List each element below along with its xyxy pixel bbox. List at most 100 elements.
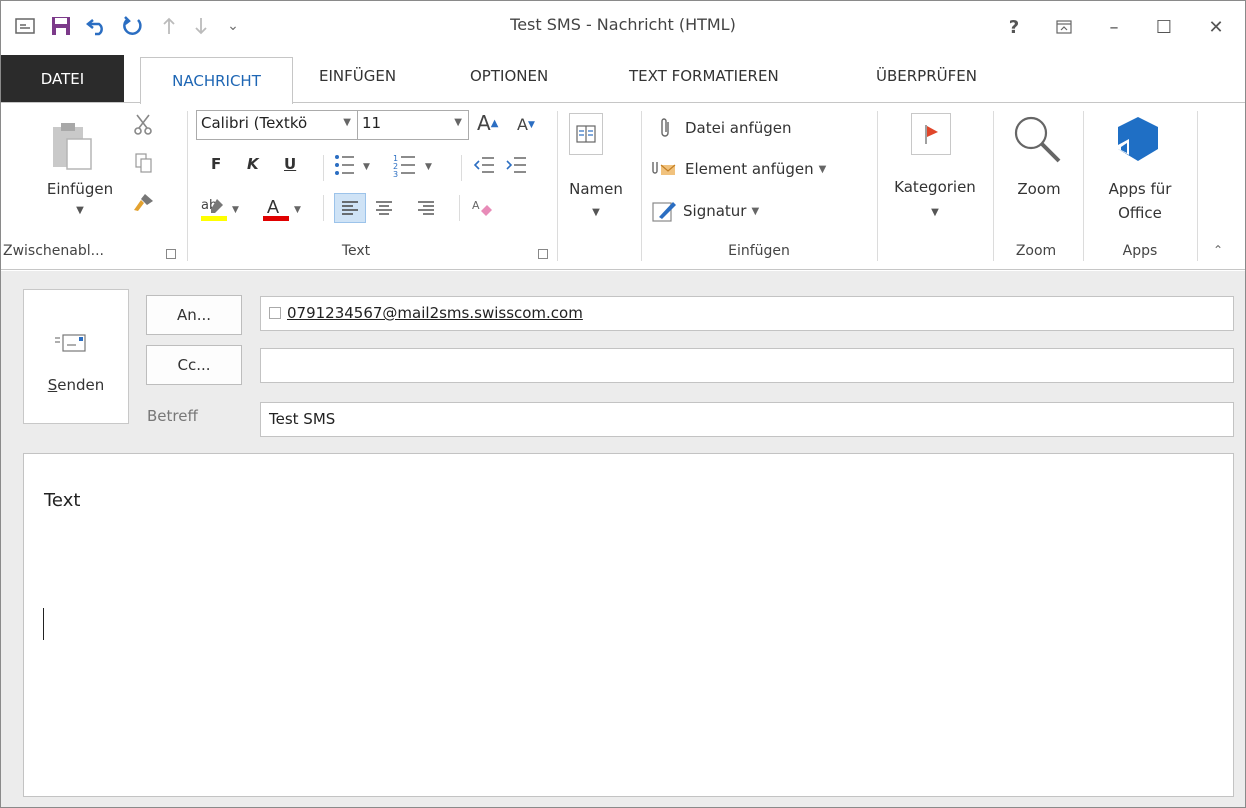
help-button[interactable]: ? (997, 13, 1031, 41)
attach-file-button[interactable]: Datei anfügen (655, 117, 792, 139)
font-name-field[interactable]: Calibri (Textkö ▼ (196, 110, 358, 140)
tab-file[interactable]: DATEI (1, 55, 124, 103)
categorize-flag-icon[interactable] (911, 113, 951, 155)
apps-label-line1[interactable]: Apps für (1087, 177, 1193, 201)
clipboard-dialog-launcher-icon[interactable] (166, 249, 176, 259)
divider (323, 155, 324, 181)
svg-text:A: A (267, 197, 279, 217)
compose-area: Senden An... Cc... Betreff 0791234567@ma… (1, 271, 1245, 807)
tab-format-text[interactable]: TEXT FORMATIEREN (629, 67, 779, 85)
signature-label: Signatur (683, 202, 747, 220)
font-size-value: 11 (362, 114, 382, 132)
align-left-icon[interactable] (334, 193, 366, 223)
cut-icon[interactable] (133, 113, 153, 135)
message-body[interactable]: Text (23, 453, 1234, 797)
clear-formatting-icon[interactable]: A (471, 197, 493, 219)
redo-icon[interactable] (119, 12, 147, 40)
subject-field[interactable]: Test SMS (260, 402, 1234, 437)
format-painter-icon[interactable] (131, 191, 157, 213)
ribbon-tab-bar: DATEI NACHRICHT EINFÜGEN OPTIONEN TEXT F… (1, 51, 1245, 104)
svg-text:A: A (472, 199, 480, 212)
text-group-label: Text (341, 243, 371, 259)
attach-item-icon (651, 159, 677, 179)
zoom-button-label[interactable]: Zoom (1001, 177, 1077, 201)
font-dropdown-arrow-icon[interactable]: ▼ (343, 117, 351, 128)
tab-insert[interactable]: EINFÜGEN (319, 67, 396, 85)
paperclip-icon (655, 117, 677, 139)
shrink-font-icon[interactable]: A ▼ (517, 115, 535, 134)
divider (461, 155, 462, 181)
ribbon-display-options-icon[interactable] (1047, 13, 1081, 41)
decrease-indent-icon[interactable] (473, 155, 495, 175)
grow-font-icon[interactable]: A ▲ (477, 111, 498, 135)
underline-button[interactable]: U (284, 155, 296, 173)
tab-review[interactable]: ÜBERPRÜFEN (876, 67, 977, 85)
to-field[interactable]: 0791234567@mail2sms.swisscom.com (260, 296, 1234, 331)
align-right-icon[interactable] (417, 200, 435, 216)
insert-group-label: Einfügen (728, 243, 790, 259)
align-center-icon[interactable] (375, 200, 393, 216)
send-button[interactable]: Senden (23, 289, 129, 424)
send-button-label: Senden (47, 376, 105, 394)
recipient-checkbox-icon (269, 307, 281, 319)
paste-icon[interactable] (49, 121, 95, 171)
font-dialog-launcher-icon[interactable] (538, 249, 548, 259)
attach-item-dropdown-arrow-icon[interactable]: ▼ (819, 164, 827, 175)
bold-button[interactable]: F (211, 155, 221, 173)
outlook-message-icon[interactable] (11, 12, 39, 40)
previous-item-icon[interactable] (155, 12, 183, 40)
highlight-color-icon[interactable]: ab ▼ (199, 195, 243, 223)
names-button-label[interactable]: Namen (557, 177, 635, 201)
title-bar: ⌄ Test SMS - Nachricht (HTML) ? – ☐ ✕ (1, 1, 1245, 51)
signature-dropdown-arrow-icon[interactable]: ▼ (751, 206, 759, 217)
divider (993, 111, 994, 261)
save-icon[interactable] (47, 12, 75, 40)
minimize-button[interactable]: – (1097, 13, 1131, 41)
subject-label: Betreff (147, 407, 198, 425)
signature-button[interactable]: Signatur ▼ (651, 199, 759, 223)
tab-message[interactable]: NACHRICHT (140, 57, 293, 104)
paste-button-label[interactable]: Einfügen (35, 177, 125, 201)
attach-item-button[interactable]: Element anfügen ▼ (651, 159, 826, 179)
svg-text:▼: ▼ (294, 205, 301, 215)
clipboard-group-label: Zwischenabl... (3, 243, 104, 259)
to-button[interactable]: An... (146, 295, 242, 335)
svg-text:▼: ▼ (363, 162, 370, 172)
svg-text:▼: ▼ (232, 205, 239, 215)
apps-label-line2[interactable]: Office (1087, 201, 1193, 225)
names-dropdown-arrow-icon[interactable]: ▼ (557, 201, 635, 225)
increase-indent-icon[interactable] (505, 155, 527, 175)
address-book-icon[interactable] (569, 113, 603, 155)
cc-button[interactable]: Cc... (146, 345, 242, 385)
attach-item-label: Element anfügen (685, 160, 814, 178)
tab-options[interactable]: OPTIONEN (470, 67, 548, 85)
numbering-icon[interactable]: 1 2 3 ▼ (393, 153, 437, 177)
apps-for-office-icon[interactable] (1115, 115, 1161, 163)
italic-button[interactable]: K (247, 155, 259, 173)
to-recipient[interactable]: 0791234567@mail2sms.swisscom.com (287, 304, 583, 322)
svg-text:▼: ▼ (425, 162, 432, 172)
font-color-icon[interactable]: A ▼ (261, 195, 305, 223)
undo-icon[interactable] (83, 12, 111, 40)
categories-dropdown-arrow-icon[interactable]: ▼ (879, 201, 991, 225)
copy-icon[interactable] (135, 153, 153, 173)
bullets-icon[interactable]: ▼ (334, 153, 374, 177)
customize-qat-icon[interactable]: ⌄ (219, 12, 247, 40)
text-caret (43, 608, 44, 640)
divider (641, 111, 642, 261)
collapse-ribbon-icon[interactable]: ⌃ (1213, 243, 1223, 257)
divider (187, 111, 188, 261)
attach-file-label: Datei anfügen (685, 119, 792, 137)
divider (323, 195, 324, 221)
close-button[interactable]: ✕ (1199, 13, 1233, 41)
zoom-magnifier-icon[interactable] (1011, 113, 1063, 165)
font-size-dropdown-arrow-icon[interactable]: ▼ (454, 117, 462, 128)
paste-dropdown-arrow-icon[interactable]: ▼ (35, 199, 125, 223)
next-item-icon[interactable] (187, 12, 215, 40)
maximize-button[interactable]: ☐ (1147, 13, 1181, 41)
zoom-group-label: Zoom (1015, 243, 1057, 259)
categories-button-label[interactable]: Kategorien (879, 175, 991, 199)
ribbon: Einfügen ▼ Zwischenabl... Calibri (Textk… (1, 102, 1245, 270)
font-size-field[interactable]: 11 ▼ (357, 110, 469, 140)
cc-field[interactable] (260, 348, 1234, 383)
